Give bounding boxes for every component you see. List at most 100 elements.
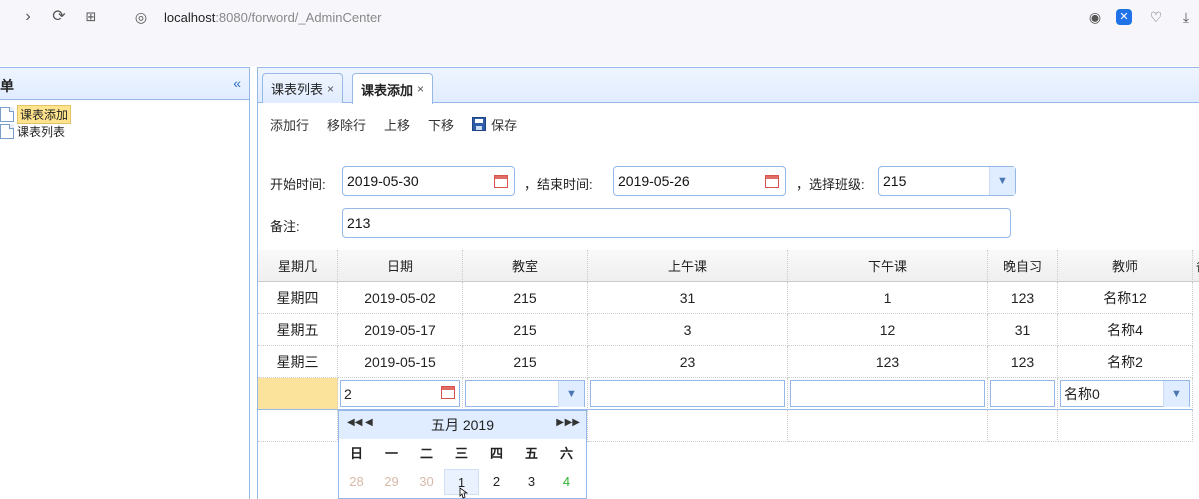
table-cell: 123	[788, 346, 988, 378]
table-cell	[258, 410, 338, 442]
save-button[interactable]: 保存	[472, 115, 517, 134]
grid-icon[interactable]: ⊞	[80, 6, 102, 28]
weekday-label: 四	[489, 446, 503, 461]
add-row-button[interactable]: 添加行	[270, 115, 309, 134]
url-host: localhost	[164, 9, 216, 25]
editing-row[interactable]: 2 ▼ 名称0 ▼	[258, 378, 1199, 410]
download-icon[interactable]: ⤓	[1176, 7, 1196, 27]
calendar-day[interactable]: 29	[374, 469, 409, 495]
table-cell: 23	[588, 346, 788, 378]
class-select[interactable]: 215 ▼	[878, 166, 1016, 196]
globe-icon: ◎	[134, 9, 148, 25]
calendar-header: ◀◀ ◀ 五月 2019 ▶ ▶▶	[339, 411, 586, 439]
move-down-button[interactable]: 下移	[428, 115, 454, 134]
close-icon[interactable]: ×	[417, 82, 424, 96]
tree-item-label: 课表添加	[17, 104, 72, 124]
table-cell: 12	[788, 314, 988, 346]
table-cell: 123	[988, 346, 1058, 378]
table-cell: 名称4	[1058, 314, 1193, 346]
note-value: 213	[347, 215, 371, 231]
shield-icon[interactable]: ✕	[1116, 9, 1132, 25]
left-menu-panel: 单 « 课表添加 课表列表	[0, 67, 250, 499]
tree-item-label: 课表列表	[17, 124, 66, 139]
calendar-icon[interactable]	[762, 171, 782, 191]
prev-year-icon[interactable]: ◀◀	[347, 417, 362, 428]
row-number-cell	[258, 378, 338, 410]
heart-icon[interactable]: ♡	[1146, 7, 1166, 27]
weekday-label: 日	[349, 446, 363, 461]
evening-input[interactable]	[990, 380, 1055, 407]
teacher-combo-value: 名称0	[1064, 385, 1100, 402]
table-row[interactable]: 星期五 2019-05-17 215 3 12 31 名称4	[258, 314, 1199, 346]
calendar-icon[interactable]	[491, 171, 511, 191]
table-cell: 215	[463, 314, 588, 346]
date-editor-cell: 2	[338, 378, 463, 410]
column-header[interactable]: 备	[1193, 250, 1199, 282]
tab-course-add[interactable]: 课表添加 ×	[352, 73, 434, 104]
calendar-day[interactable]: 30	[409, 469, 444, 495]
table-cell: 星期五	[258, 314, 338, 346]
column-header[interactable]: 星期几	[258, 250, 338, 282]
column-header[interactable]: 下午课	[788, 250, 988, 282]
reload-icon[interactable]: ⟳	[48, 6, 70, 28]
toolbar: 添加行 移除行 上移 下移 保存	[258, 104, 1199, 144]
chevron-down-icon[interactable]: ▼	[989, 167, 1015, 195]
weekday-label: 五	[524, 446, 538, 461]
note-field[interactable]: 213	[342, 208, 1011, 238]
tree-item-course-list[interactable]: 课表列表	[0, 123, 65, 139]
close-icon[interactable]: ×	[327, 82, 334, 96]
table-cell: 31	[588, 282, 788, 314]
table-cell: 名称12	[1058, 282, 1193, 314]
date-editor-value: 2	[344, 385, 352, 402]
chevron-down-icon[interactable]: ▼	[558, 381, 584, 407]
calendar-title[interactable]: 五月 2019	[431, 415, 494, 435]
tab-label: 课表添加	[361, 82, 414, 98]
table-row[interactable]: 星期四 2019-05-02 215 31 1 123 名称12	[258, 282, 1199, 314]
column-header[interactable]: 晚自习	[988, 250, 1058, 282]
remove-row-button[interactable]: 移除行	[327, 115, 366, 134]
table-cell: 名称2	[1058, 346, 1193, 378]
forward-icon[interactable]: ›	[17, 6, 39, 28]
camera-icon[interactable]: ◉	[1085, 7, 1105, 27]
classroom-combo[interactable]: ▼	[465, 380, 585, 407]
table-row[interactable]: 星期三 2019-05-15 215 23 123 123 名称2	[258, 346, 1199, 378]
table-cell	[588, 410, 788, 442]
afternoon-input[interactable]	[790, 380, 985, 407]
date-editor[interactable]: 2	[340, 380, 460, 407]
morning-input[interactable]	[590, 380, 785, 407]
date-picker-popup: ◀◀ ◀ 五月 2019 ▶ ▶▶ 日 一 二 三 四 五 六 28 29 30…	[338, 410, 587, 499]
left-menu-header: 单 «	[0, 68, 249, 100]
mouse-cursor-icon	[459, 487, 468, 499]
next-month-icon[interactable]: ▶	[556, 417, 564, 428]
column-header[interactable]: 教室	[463, 250, 588, 282]
calendar-weekdays: 日 一 二 三 四 五 六	[339, 443, 588, 462]
next-year-icon[interactable]: ▶▶	[565, 417, 580, 428]
table-cell	[1058, 410, 1193, 442]
chevron-down-icon[interactable]: ▼	[1163, 381, 1189, 407]
start-time-label: 开始时间:	[270, 177, 326, 192]
teacher-combo[interactable]: 名称0 ▼	[1060, 380, 1190, 407]
calendar-icon[interactable]	[441, 386, 455, 399]
table-cell: 31	[988, 314, 1058, 346]
start-time-field[interactable]: 2019-05-30	[342, 166, 515, 196]
class-select-value: 215	[883, 173, 907, 189]
calendar-day[interactable]: 2	[479, 469, 514, 495]
prev-month-icon[interactable]: ◀	[365, 417, 373, 428]
morning-editor-cell	[588, 378, 788, 410]
address-bar[interactable]: localhost :8080/forword/_AdminCenter	[164, 5, 382, 29]
teacher-editor-cell: 名称0 ▼	[1058, 378, 1193, 410]
file-icon	[0, 123, 14, 139]
calendar-day[interactable]: 4	[549, 469, 584, 495]
file-icon	[0, 106, 14, 122]
calendar-day[interactable]: 28	[339, 469, 374, 495]
classroom-editor-cell: ▼	[463, 378, 588, 410]
tree-item-course-add[interactable]: 课表添加	[0, 104, 72, 124]
tab-course-list[interactable]: 课表列表 ×	[262, 73, 344, 103]
end-time-field[interactable]: 2019-05-26	[613, 166, 786, 196]
move-up-button[interactable]: 上移	[384, 115, 410, 134]
collapse-icon[interactable]: «	[233, 75, 241, 91]
calendar-day[interactable]: 3	[514, 469, 549, 495]
column-header[interactable]: 日期	[338, 250, 463, 282]
column-header[interactable]: 教师	[1058, 250, 1193, 282]
column-header[interactable]: 上午课	[588, 250, 788, 282]
